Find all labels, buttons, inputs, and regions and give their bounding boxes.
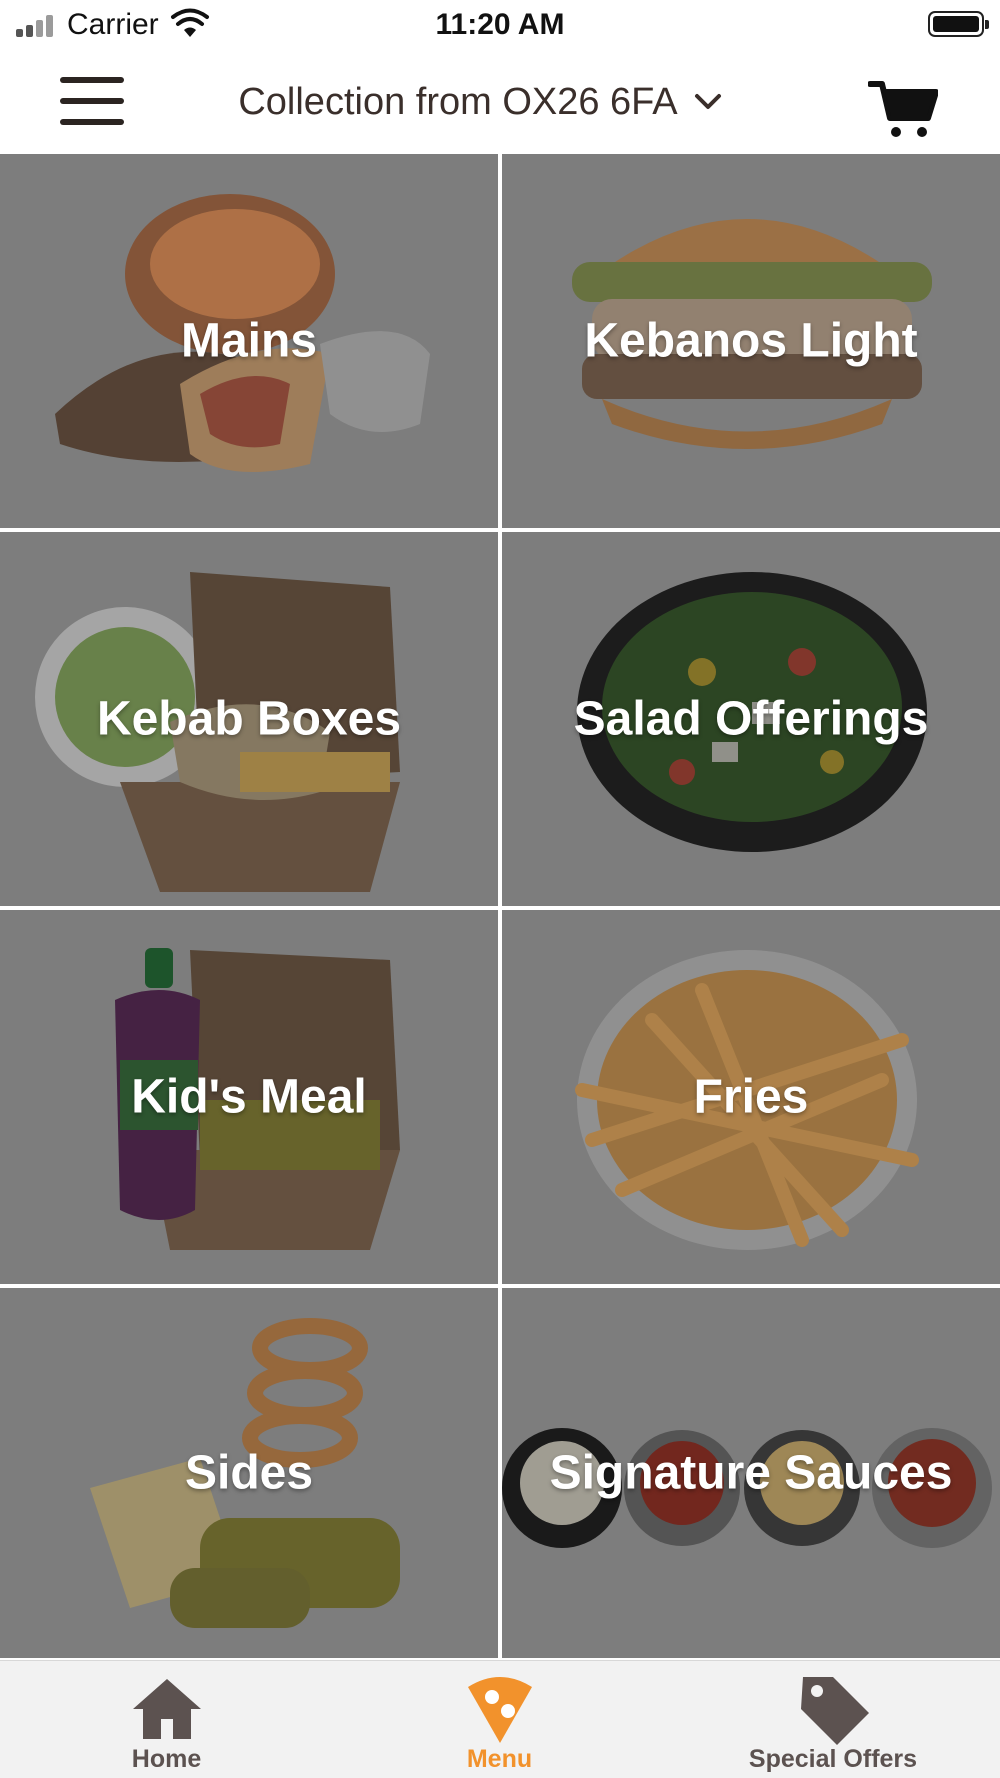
status-bar: Carrier 11:20 AM <box>0 0 1000 50</box>
category-label: Mains <box>180 314 318 368</box>
tab-label: Home <box>131 1745 202 1773</box>
category-label: Salad Offerings <box>573 692 929 746</box>
tag-icon <box>801 1677 869 1745</box>
category-label: Fries <box>693 1070 809 1124</box>
menu-pin-icon <box>467 1677 532 1743</box>
category-tile-fries[interactable]: Fries <box>502 910 1000 1284</box>
tab-label: Menu <box>466 1745 533 1773</box>
category-tile-sides[interactable]: Sides <box>0 1288 498 1658</box>
category-tile-mains[interactable]: Mains <box>0 154 498 528</box>
tab-special-offers[interactable]: Special Offers <box>666 1661 1000 1778</box>
category-tile-kebab-boxes[interactable]: Kebab Boxes <box>0 532 498 906</box>
tab-home[interactable]: Home <box>0 1661 333 1778</box>
status-time: 11:20 AM <box>435 8 565 41</box>
menu-category-grid: Mains Kebanos Light Kebab Boxes Salad Of… <box>0 154 1000 1658</box>
category-label: Kebab Boxes <box>96 692 402 746</box>
cart-icon[interactable] <box>868 78 938 140</box>
collection-location-selector[interactable]: Collection from OX26 6FA <box>200 76 760 128</box>
category-label: Kid's Meal <box>131 1070 367 1124</box>
category-tile-kebanos-light[interactable]: Kebanos Light <box>502 154 1000 528</box>
chevron-down-icon <box>694 94 721 109</box>
category-tile-kids-meal[interactable]: Kid's Meal <box>0 910 498 1284</box>
category-label: Signature Sauces <box>549 1446 953 1500</box>
collection-location-label: Collection from OX26 6FA <box>238 80 678 123</box>
app-header: Collection from OX26 6FA <box>0 50 1000 154</box>
hamburger-menu-icon[interactable] <box>58 77 126 125</box>
category-tile-salad-offerings[interactable]: Salad Offerings <box>502 532 1000 906</box>
tab-menu[interactable]: Menu <box>333 1661 666 1778</box>
category-tile-signature-sauces[interactable]: Signature Sauces <box>502 1288 1000 1658</box>
category-label: Sides <box>184 1446 314 1500</box>
tab-label: Special Offers <box>748 1745 918 1773</box>
battery-icon <box>928 11 989 37</box>
home-icon <box>132 1679 201 1739</box>
category-label: Kebanos Light <box>584 314 918 368</box>
bottom-tab-bar: Home Menu Special Offers <box>0 1660 1000 1778</box>
